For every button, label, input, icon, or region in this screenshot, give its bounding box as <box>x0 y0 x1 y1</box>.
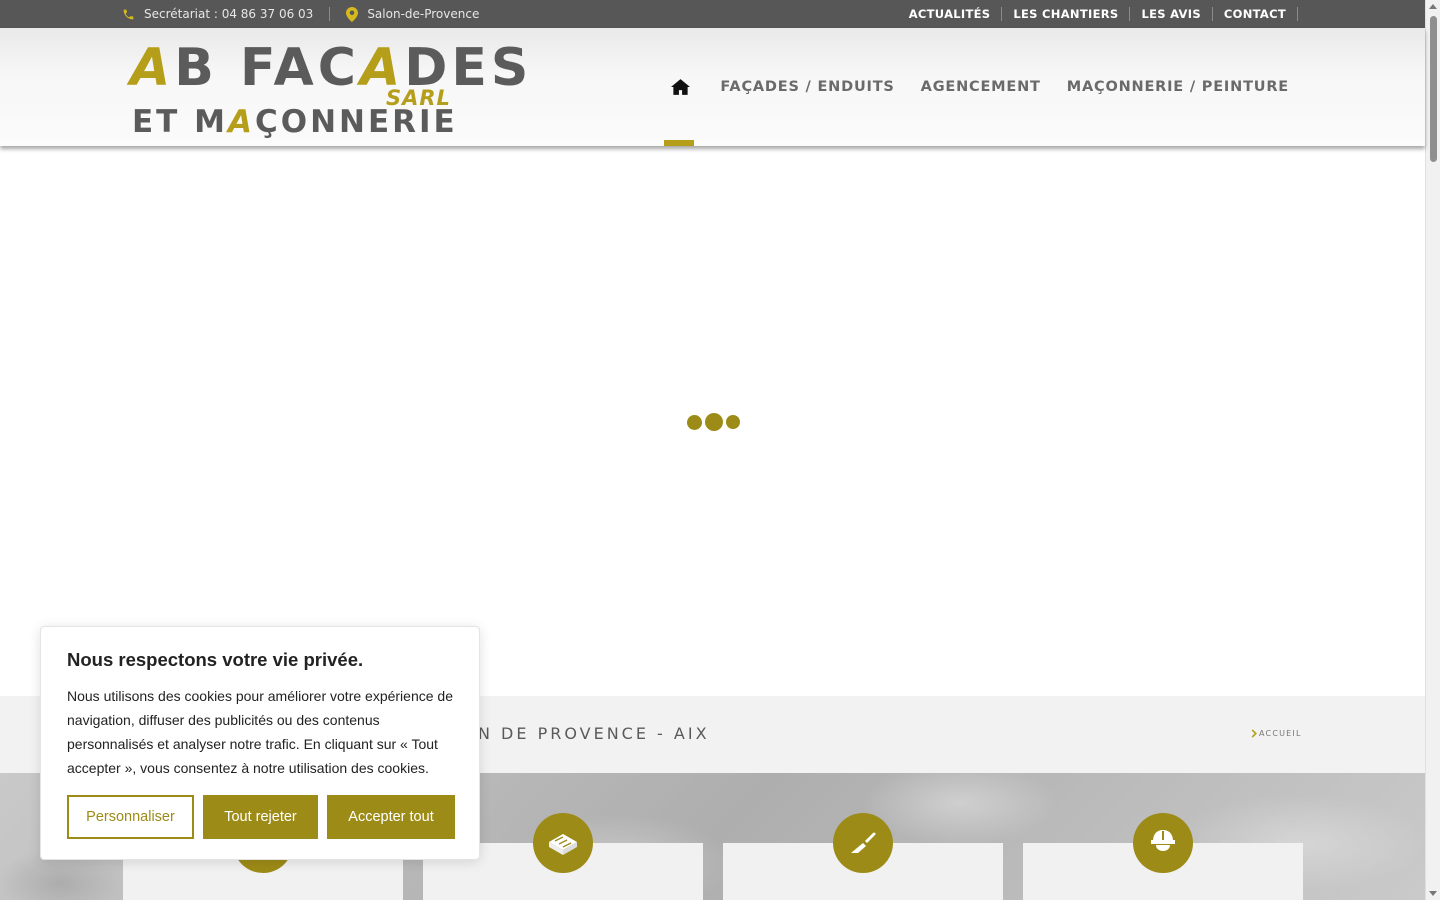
site-header: AB FACADES SARL ET MAÇONNERIE FAÇADES / … <box>0 28 1425 146</box>
service-badge <box>1133 813 1193 873</box>
location-text: Salon-de-Provence <box>367 7 480 21</box>
page-scrollbar[interactable] <box>1425 0 1440 900</box>
link-actualites[interactable]: ACTUALITÉS <box>909 7 1003 21</box>
info-divider <box>329 7 331 21</box>
cookie-consent-dialog: Nous respectons votre vie privée. Nous u… <box>40 626 480 860</box>
brick-icon <box>549 834 577 855</box>
nav-home[interactable] <box>664 28 695 146</box>
map-pin-icon <box>346 6 359 22</box>
nav-maconnerie-peinture[interactable]: MAÇONNERIE / PEINTURE <box>1067 79 1289 95</box>
chevron-right-icon <box>1251 729 1257 738</box>
location-info: Salon-de-Provence <box>346 6 480 22</box>
phone-info[interactable]: Secrétariat : 04 86 37 06 03 <box>122 7 313 21</box>
page-title: N DE PROVENCE - AIX <box>478 724 710 743</box>
main-nav: FAÇADES / ENDUITS AGENCEMENT MAÇONNERIE … <box>664 28 1289 146</box>
service-badge <box>533 813 593 873</box>
home-icon <box>670 79 690 95</box>
logo-line-1: AB FACADES <box>130 38 533 98</box>
trowel-icon <box>851 832 876 853</box>
site-logo[interactable]: AB FACADES SARL ET MAÇONNERIE <box>130 38 528 140</box>
phone-text: Secrétariat : 04 86 37 06 03 <box>144 7 314 21</box>
reject-all-button[interactable]: Tout rejeter <box>203 795 318 839</box>
loading-spinner <box>687 413 740 431</box>
scroll-up-arrow-icon[interactable] <box>1429 4 1437 9</box>
active-indicator <box>664 140 695 146</box>
accept-all-button[interactable]: Accepter tout <box>327 795 455 839</box>
hard-hat-icon <box>1151 830 1175 851</box>
scroll-down-arrow-icon[interactable] <box>1429 891 1437 896</box>
scrollbar-thumb[interactable] <box>1430 16 1437 162</box>
breadcrumb[interactable]: ACCUEIL <box>1251 729 1302 738</box>
link-contact[interactable]: CONTACT <box>1213 7 1298 21</box>
contact-info: Secrétariat : 04 86 37 06 03 Salon-de-Pr… <box>122 0 479 28</box>
link-chantiers[interactable]: LES CHANTIERS <box>1002 7 1131 21</box>
logo-line-2: ET MAÇONNERIE <box>132 104 458 140</box>
nav-agencement[interactable]: AGENCEMENT <box>921 79 1041 95</box>
loader-dot <box>705 413 723 431</box>
loader-dot <box>687 414 702 430</box>
link-avis[interactable]: LES AVIS <box>1130 7 1213 21</box>
service-badge <box>833 813 893 873</box>
cookie-buttons: Personnaliser Tout rejeter Accepter tout <box>67 795 455 839</box>
phone-icon <box>123 9 134 19</box>
nav-facades-enduits[interactable]: FAÇADES / ENDUITS <box>720 79 894 95</box>
loader-dot <box>726 415 740 429</box>
cookie-body: Nous utilisons des cookies pour améliore… <box>67 688 453 776</box>
top-bar: Secrétariat : 04 86 37 06 03 Salon-de-Pr… <box>0 0 1425 28</box>
breadcrumb-home[interactable]: ACCUEIL <box>1259 729 1302 738</box>
customize-button[interactable]: Personnaliser <box>67 795 194 839</box>
cookie-heading: Nous respectons votre vie privée. <box>67 649 364 670</box>
top-links: ACTUALITÉS LES CHANTIERS LES AVIS CONTAC… <box>909 0 1298 28</box>
